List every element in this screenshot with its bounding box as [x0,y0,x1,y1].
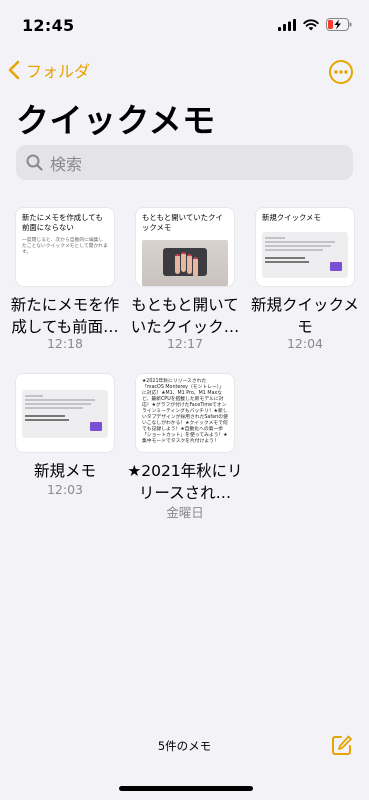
link-preview-card [22,390,108,438]
trackpad-photo [142,240,228,286]
back-button[interactable]: フォルダ [8,58,90,82]
search-placeholder: 検索 [50,154,83,174]
note-date: 12:03 [46,482,84,497]
note-thumbnail: 新たにメモを作成しても前面にならない 一度閉じると、次から自動的に編集したことな… [16,208,114,286]
bottom-toolbar: 5件のメモ [0,726,369,766]
status-icons [278,18,353,31]
wifi-icon [303,18,319,30]
note-title: 新規クイックメモ [251,296,359,336]
status-time: 12:45 [22,16,75,35]
note-title: ★2021年秋にリリースされ… [127,462,243,502]
thumbnail-title: 新規クイックメモ [262,213,321,222]
search-icon [26,154,43,171]
status-bar: 12:45 [0,0,369,50]
signal-icon [278,18,296,31]
note-count: 5件のメモ [157,739,212,753]
back-label: フォルダ [26,62,91,81]
chevron-left-icon [8,60,20,80]
note-title: 新規メモ [33,462,96,480]
note-title: 新たにメモを作成しても前面… [10,296,120,336]
note-thumbnail [16,374,114,452]
battery-charging-icon [326,18,352,31]
thumbnail-body: 一度閉じると、次から自動的に編集したことないクイックメモとして開かれます。 [22,238,108,255]
note-date: 12:04 [286,336,324,351]
compose-icon [332,735,352,755]
thumbnail-title: もともと開いていたクイックメモ [142,213,223,232]
thumbnail-title: 新たにメモを作成しても前面にならない [22,213,103,232]
note-date: 金曜日 [166,505,204,520]
link-preview-card [262,232,348,278]
note-thumbnail: ★2021年秋にリリースされた「macOS Monterey（モントレー）」に対… [136,374,234,452]
compose-button[interactable] [331,734,353,760]
navigation-bar: フォルダ [0,56,369,90]
more-button[interactable] [329,60,353,84]
thumbnail-body: ★2021年秋にリリースされた「macOS Monterey（モントレー）」に対… [142,379,228,444]
search-input[interactable]: 検索 [16,145,353,180]
page-title: クイックメモ [16,101,216,140]
note-date: 12:18 [46,336,84,351]
home-indicator [119,786,253,791]
note-title: もともと開いていたクイック… [130,296,240,336]
note-thumbnail: もともと開いていたクイックメモ [136,208,234,286]
note-thumbnail: 新規クイックメモ [256,208,354,286]
ellipsis-icon [334,70,348,74]
note-date: 12:17 [166,336,204,351]
